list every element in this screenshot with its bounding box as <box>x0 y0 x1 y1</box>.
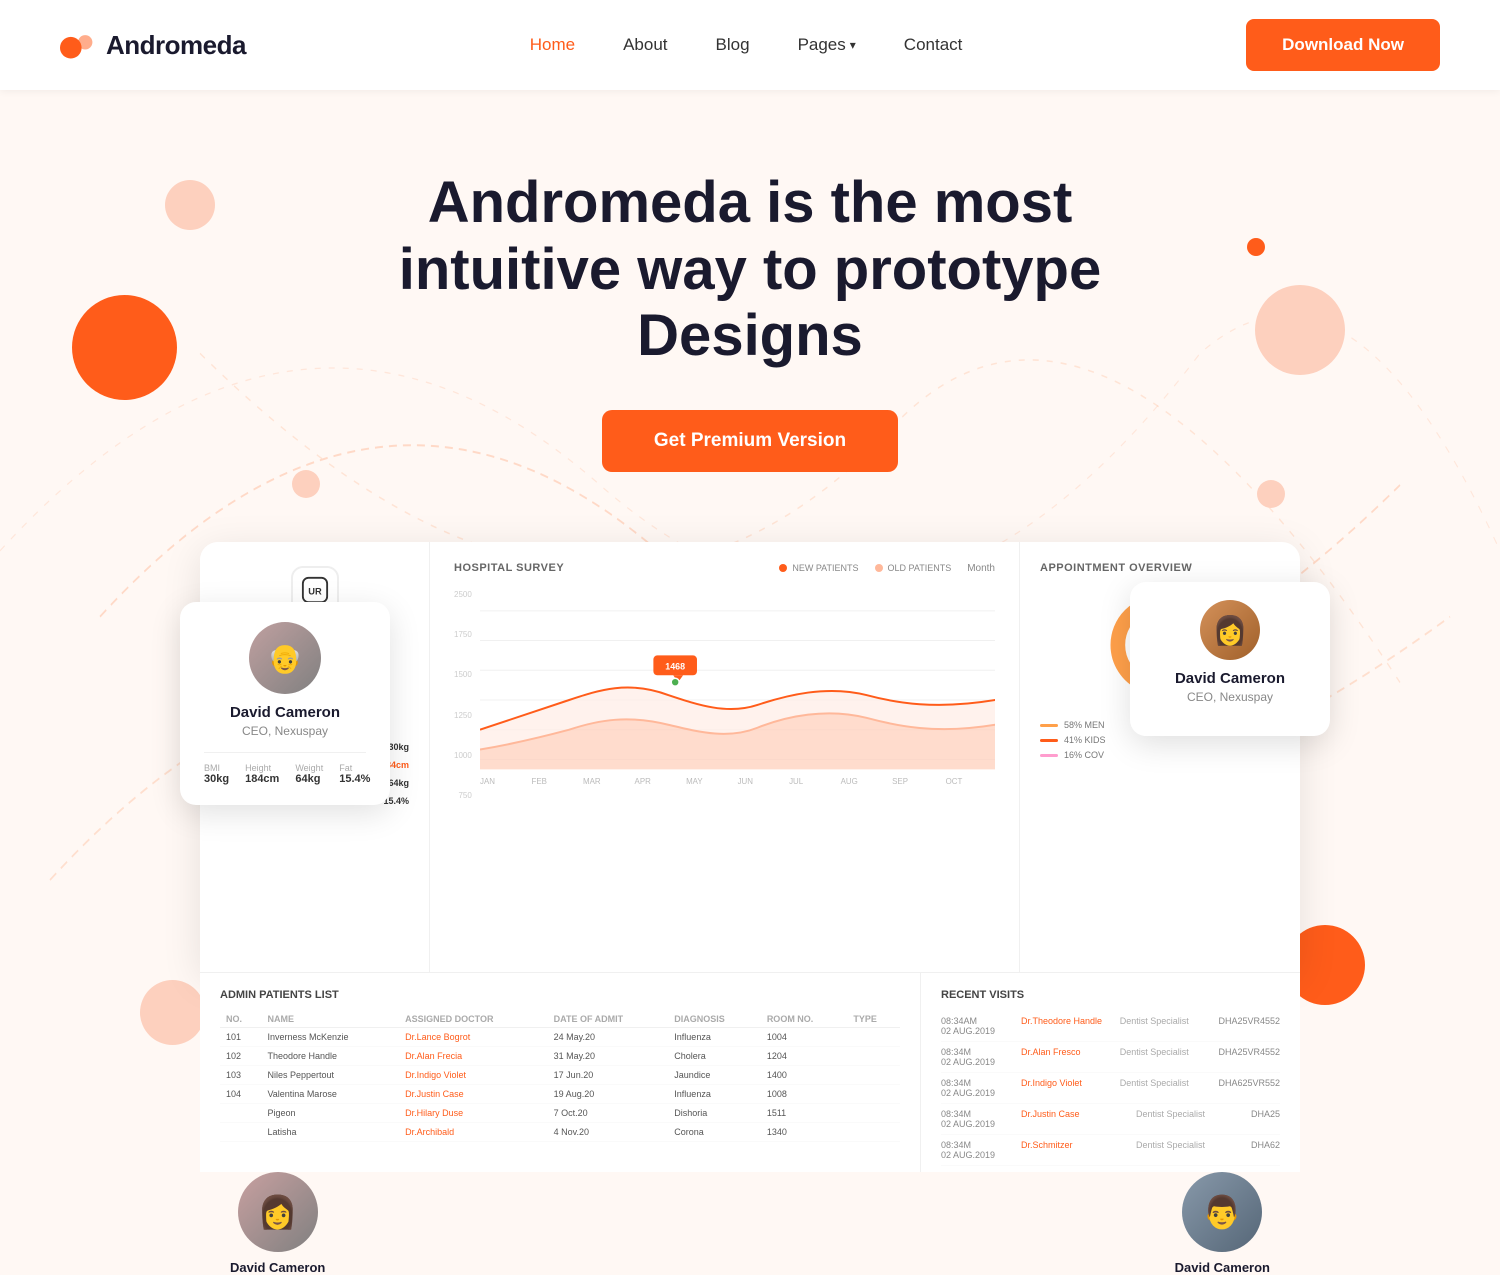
svg-text:AUG: AUG <box>840 777 857 786</box>
float-stat-fat: Fat 15.4% <box>339 763 370 785</box>
svg-text:UR: UR <box>308 587 322 597</box>
float-avatar-left: 👴 <box>249 622 321 694</box>
col-doctor: ASSIGNED DOCTOR <box>399 1011 548 1028</box>
float-profile-card-left: 👴 David Cameron CEO, Nexuspay BMI 30kg H… <box>180 602 390 805</box>
hospital-survey-chart: 1468 JAN FEB MAR APR MAY JUN JUL <box>480 590 995 810</box>
legend-new-patients: NEW PATIENTS <box>779 563 858 574</box>
svg-text:OCT: OCT <box>945 777 962 786</box>
col-type: TYPE <box>847 1011 900 1028</box>
float-title-left: CEO, Nexuspay <box>204 724 366 738</box>
legend-kids: 41% KIDS <box>1040 735 1280 745</box>
appointment-title: APPOINTMENT OVERVIEW <box>1040 562 1280 574</box>
navbar: Andromeda Home About Blog Pages ▾ Contac… <box>0 0 1500 90</box>
table-row: 101 Inverness McKenzie Dr.Lance Bogrot 2… <box>220 1028 900 1047</box>
chart-legend: NEW PATIENTS OLD PATIENTS Month <box>779 563 995 574</box>
float-stat-weight: Weight 64kg <box>295 763 323 785</box>
patients-table: NO. NAME ASSIGNED DOCTOR DATE OF ADMIT D… <box>220 1011 900 1142</box>
svg-text:JAN: JAN <box>480 777 495 786</box>
chart-area: 25001750150012501000750 <box>454 590 995 815</box>
hero-text: Andromeda is the most intuitive way to p… <box>0 170 1500 542</box>
download-now-button[interactable]: Download Now <box>1246 19 1440 71</box>
float-stat-bmi: BMI 30kg <box>204 763 229 785</box>
legend-cov: 16% COV <box>1040 750 1280 760</box>
col-diagnosis: DIAGNOSIS <box>668 1011 761 1028</box>
nav-about[interactable]: About <box>623 35 667 54</box>
patients-table-container: ADMIN PATIENTS LIST NO. NAME ASSIGNED DO… <box>200 973 920 1172</box>
col-no: NO. <box>220 1011 261 1028</box>
logo-icon <box>60 31 96 59</box>
chevron-down-icon: ▾ <box>850 38 856 52</box>
bottom-avatar-right: 👨 David Cameron <box>1175 1172 1270 1275</box>
visit-row: 08:34AM02 AUG.2019 Dr.Theodore Handle De… <box>941 1011 1280 1042</box>
nav-blog[interactable]: Blog <box>716 35 750 54</box>
bottom-avatar-name-right: David Cameron <box>1175 1260 1270 1275</box>
dash-logo-icon: UR <box>301 576 329 604</box>
legend-dot-new <box>779 564 787 572</box>
table-row: 104 Valentina Marose Dr.Justin Case 19 A… <box>220 1085 900 1104</box>
col-date: DATE OF ADMIT <box>548 1011 669 1028</box>
visit-row: 08:34M02 AUG.2019 Dr.Schmitzer Dentist S… <box>941 1135 1280 1166</box>
recent-visits-container: RECENT VISITS 08:34AM02 AUG.2019 Dr.Theo… <box>920 973 1300 1172</box>
nav-links: Home About Blog Pages ▾ Contact <box>530 35 963 55</box>
legend-dot-old <box>875 564 883 572</box>
table-row: Pigeon Dr.Hilary Duse 7 Oct.20 Dishoria … <box>220 1104 900 1123</box>
recent-visits-title: RECENT VISITS <box>941 989 1280 1001</box>
nav-pages[interactable]: Pages ▾ <box>798 35 856 55</box>
svg-text:1468: 1468 <box>665 661 685 671</box>
legend-line-kids <box>1040 739 1058 742</box>
visit-row: 08:34M02 AUG.2019 Dr.Indigo Violet Denti… <box>941 1073 1280 1104</box>
svg-text:APR: APR <box>634 777 651 786</box>
y-axis: 25001750150012501000750 <box>454 590 480 800</box>
legend-line-cov <box>1040 754 1058 757</box>
table-row: Latisha Dr.Archibald 4 Nov.20 Corona 134… <box>220 1123 900 1142</box>
table-row: 102 Theodore Handle Dr.Alan Frecia 31 Ma… <box>220 1047 900 1066</box>
col-room: ROOM NO. <box>761 1011 848 1028</box>
svg-text:FEB: FEB <box>531 777 546 786</box>
dashboard-mockup: 👴 David Cameron CEO, Nexuspay BMI 30kg H… <box>200 542 1300 1275</box>
bottom-avatar-circle-left: 👩 <box>238 1172 318 1252</box>
bottom-floats: 👩 David Cameron 👨 David Cameron <box>200 1172 1300 1275</box>
hero-section: Andromeda is the most intuitive way to p… <box>0 90 1500 1275</box>
svg-text:SEP: SEP <box>892 777 908 786</box>
float-name-right: David Cameron <box>1150 670 1310 687</box>
visit-row: 08:34M02 AUG.2019 Dr.Justin Case Dentist… <box>941 1104 1280 1135</box>
float-stats-left: BMI 30kg Height 184cm Weight 64kg Fat 15… <box>204 752 366 785</box>
deco-pink-circle-bottom-left <box>140 980 205 1045</box>
float-avatar-right: 👩 <box>1200 600 1260 660</box>
svg-text:JUL: JUL <box>789 777 804 786</box>
avatar-image-right: 👩 <box>1200 600 1260 660</box>
legend-old-patients: OLD PATIENTS <box>875 563 952 574</box>
float-stat-height: Height 184cm <box>245 763 279 785</box>
get-premium-button[interactable]: Get Premium Version <box>602 410 898 472</box>
float-name-left: David Cameron <box>204 704 366 721</box>
col-name: NAME <box>261 1011 399 1028</box>
patients-table-title: ADMIN PATIENTS LIST <box>220 989 900 1001</box>
bottom-avatar-left: 👩 David Cameron <box>230 1172 325 1275</box>
chart-svg-wrapper: 1468 JAN FEB MAR APR MAY JUN JUL <box>480 590 995 815</box>
nav-contact[interactable]: Contact <box>904 35 963 54</box>
bottom-avatar-name-left: David Cameron <box>230 1260 325 1275</box>
logo[interactable]: Andromeda <box>60 30 246 61</box>
chart-title: HOSPITAL SURVEY <box>454 562 564 574</box>
avatar-image-left: 👴 <box>249 622 321 694</box>
brand-name: Andromeda <box>106 30 246 61</box>
svg-text:JUN: JUN <box>737 777 753 786</box>
bottom-avatar-circle-right: 👨 <box>1182 1172 1262 1252</box>
svg-text:MAR: MAR <box>583 777 601 786</box>
svg-text:MAY: MAY <box>686 777 703 786</box>
chart-period: Month <box>967 563 995 574</box>
float-title-right: CEO, Nexuspay <box>1150 690 1310 704</box>
float-profile-card-right: 👩 David Cameron CEO, Nexuspay <box>1130 582 1330 736</box>
legend-line-men <box>1040 724 1058 727</box>
nav-home[interactable]: Home <box>530 35 575 54</box>
hero-title: Andromeda is the most intuitive way to p… <box>360 170 1140 370</box>
dash-chart-area: HOSPITAL SURVEY NEW PATIENTS OLD PATIENT… <box>430 542 1020 972</box>
table-row: 103 Niles Peppertout Dr.Indigo Violet 17… <box>220 1066 900 1085</box>
visit-row: 08:34M02 AUG.2019 Dr.Alan Fresco Dentist… <box>941 1042 1280 1073</box>
dash-chart-header: HOSPITAL SURVEY NEW PATIENTS OLD PATIENT… <box>454 562 995 574</box>
dashboard-bottom: ADMIN PATIENTS LIST NO. NAME ASSIGNED DO… <box>200 972 1300 1172</box>
